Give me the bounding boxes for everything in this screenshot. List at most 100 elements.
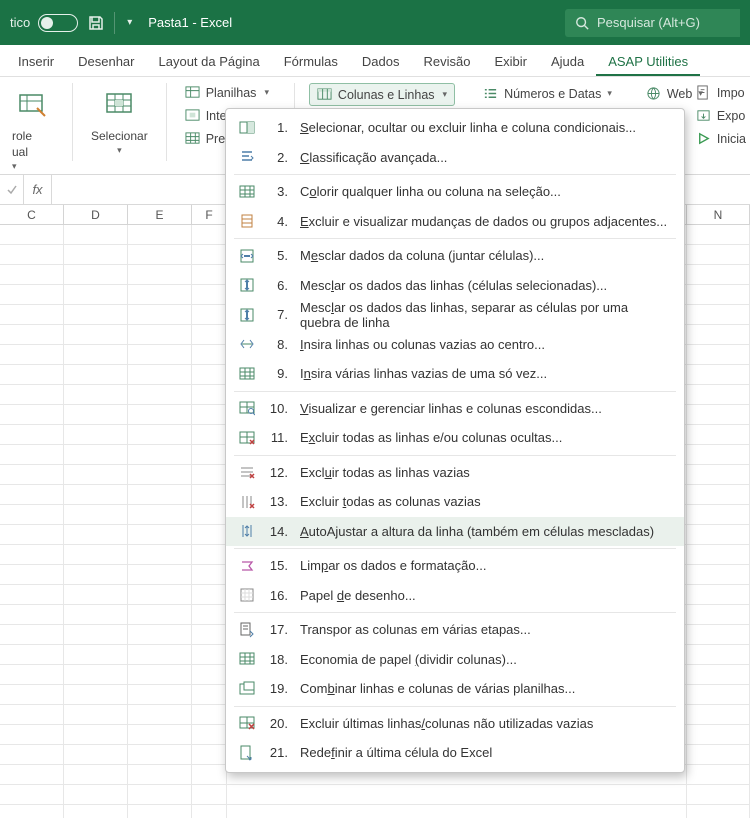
tab-revisao[interactable]: Revisão (411, 47, 482, 76)
menu-item-9[interactable]: 9. Insira várias linhas vazias de uma só … (226, 359, 684, 389)
role-button[interactable]: role ual ▾ (8, 83, 58, 174)
menu-item-1[interactable]: 1.Selecionar, ocultar ou excluir linha e… (226, 113, 684, 143)
menu-item-7[interactable]: 7.Mesclar os dados das linhas, separar a… (226, 300, 684, 330)
exportar-button[interactable]: Expo (692, 106, 750, 125)
menu-label: Mesclar dados da coluna (juntar células)… (300, 248, 544, 263)
menu-item-4[interactable]: 4.Excluir e visualizar mudanças de dados… (226, 207, 684, 237)
menu-label: Insira várias linhas vazias de uma só ve… (300, 366, 547, 381)
menu-label: Combinar linhas e colunas de várias plan… (300, 681, 575, 696)
menu-icon (238, 680, 256, 698)
document-title: Pasta1 - Excel (148, 15, 232, 30)
menu-label: Classificação avançada... (300, 150, 447, 165)
menu-item-18[interactable]: 18. Economia de papel (dividir colunas)..… (226, 645, 684, 675)
qat-chevron-icon[interactable]: ▾ (123, 17, 136, 28)
search-box[interactable]: Pesquisar (Alt+G) (565, 9, 740, 37)
autosave-toggle[interactable] (38, 14, 78, 32)
tab-dados[interactable]: Dados (350, 47, 412, 76)
selecionar-button[interactable]: Selecionar ▾ (87, 83, 152, 158)
menu-num: 15. (268, 558, 288, 573)
menu-num: 6. (268, 278, 288, 293)
ual-label: ual (12, 145, 28, 159)
menu-num: 3. (268, 184, 288, 199)
menu-item-15[interactable]: 15. Limpar os dados e formatação... (226, 551, 684, 581)
menu-num: 4. (268, 214, 288, 229)
chevron-down-icon: ▾ (117, 145, 122, 156)
menu-item-17[interactable]: 17.Transpor as colunas em várias etapas.… (226, 615, 684, 645)
menu-icon (238, 148, 256, 166)
menu-num: 20. (268, 716, 288, 731)
menu-icon (238, 586, 256, 604)
menu-label: Redefinir a última célula do Excel (300, 745, 492, 760)
selecionar-label: Selecionar (91, 129, 148, 143)
menu-num: 7. (268, 307, 288, 322)
menu-item-3[interactable]: 3.Colorir qualquer linha ou coluna na se… (226, 177, 684, 207)
menu-item-20[interactable]: 20.Excluir últimas linhas/colunas não ut… (226, 709, 684, 739)
numeros-datas-dropdown[interactable]: Números e Datas▾ (477, 83, 618, 104)
menu-item-16[interactable]: 16. Papel de desenho... (226, 581, 684, 611)
menu-item-13[interactable]: 13. Excluir todas as colunas vazias (226, 487, 684, 517)
menu-icon (238, 212, 256, 230)
menu-item-19[interactable]: 19. Combinar linhas e colunas de várias p… (226, 674, 684, 704)
colunas-linhas-label: Colunas e Linhas (338, 88, 435, 102)
menu-icon (238, 744, 256, 762)
menu-item-11[interactable]: 11.Excluir todas as linhas e/ou colunas … (226, 423, 684, 453)
planilhas-button[interactable]: Planilhas▾ (181, 83, 280, 102)
exportar-label: Expo (717, 109, 746, 123)
menu-num: 18. (268, 652, 288, 667)
menu-label: Excluir todas as colunas vazias (300, 494, 481, 509)
tab-asap-utilities[interactable]: ASAP Utilities (596, 47, 700, 76)
menu-num: 9. (268, 366, 288, 381)
menu-item-6[interactable]: 6. Mesclar os dados das linhas (células s… (226, 271, 684, 301)
web-label: Web (667, 87, 692, 101)
tab-inserir[interactable]: Inserir (6, 47, 66, 76)
tab-ajuda[interactable]: Ajuda (539, 47, 596, 76)
search-placeholder: Pesquisar (Alt+G) (597, 15, 700, 30)
chevron-down-icon: ▾ (12, 161, 17, 172)
menu-icon (238, 276, 256, 294)
menu-item-2[interactable]: 2.Classificação avançada... (226, 143, 684, 173)
menu-label: Limpar os dados e formatação... (300, 558, 486, 573)
menu-label: Papel de desenho... (300, 588, 416, 603)
menu-item-21[interactable]: 21. Redefinir a última célula do Excel (226, 738, 684, 768)
col-n[interactable]: N (687, 205, 750, 224)
menu-num: 21. (268, 745, 288, 760)
col-c[interactable]: C (0, 205, 64, 224)
menu-item-8[interactable]: 8.Insira linhas ou colunas vazias ao cen… (226, 330, 684, 360)
importar-button[interactable]: Impo (692, 83, 750, 102)
tico-label: tico (10, 15, 30, 30)
colunas-linhas-dropdown[interactable]: Colunas e Linhas▾ (309, 83, 455, 106)
menu-item-14[interactable]: 14.AutoAjustar a altura da linha (também… (226, 517, 684, 547)
menu-icon (238, 429, 256, 447)
menu-num: 8. (268, 337, 288, 352)
col-d[interactable]: D (64, 205, 128, 224)
search-icon (575, 16, 589, 30)
fx-confirm-icon[interactable] (0, 175, 24, 204)
numeros-datas-label: Números e Datas (504, 87, 601, 101)
menu-item-10[interactable]: 10.Visualizar e gerenciar linhas e colun… (226, 394, 684, 424)
iniciar-button[interactable]: Inicia (692, 129, 750, 148)
col-f[interactable]: F (192, 205, 227, 224)
menu-num: 19. (268, 681, 288, 696)
save-button[interactable] (86, 13, 106, 33)
menu-icon (238, 247, 256, 265)
menu-item-12[interactable]: 12.Excluir todas as linhas vazias (226, 458, 684, 488)
col-e[interactable]: E (128, 205, 192, 224)
tab-layout[interactable]: Layout da Página (147, 47, 272, 76)
menu-icon (238, 399, 256, 417)
menu-label: Mesclar os dados das linhas (células sel… (300, 278, 607, 293)
menu-num: 13. (268, 494, 288, 509)
title-bar: tico ▾ Pasta1 - Excel Pesquisar (Alt+G) (0, 0, 750, 45)
menu-num: 16. (268, 588, 288, 603)
tab-formulas[interactable]: Fórmulas (272, 47, 350, 76)
tab-desenhar[interactable]: Desenhar (66, 47, 146, 76)
tab-exibir[interactable]: Exibir (482, 47, 539, 76)
planilhas-label: Planilhas (206, 86, 257, 100)
menu-icon (238, 650, 256, 668)
menu-num: 11. (268, 430, 288, 445)
menu-icon (238, 335, 256, 353)
menu-item-5[interactable]: 5.Mesclar dados da coluna (juntar célula… (226, 241, 684, 271)
role-label: role (12, 129, 32, 143)
menu-label: Economia de papel (dividir colunas)... (300, 652, 517, 667)
menu-icon (238, 557, 256, 575)
fx-button[interactable]: fx (24, 175, 52, 204)
